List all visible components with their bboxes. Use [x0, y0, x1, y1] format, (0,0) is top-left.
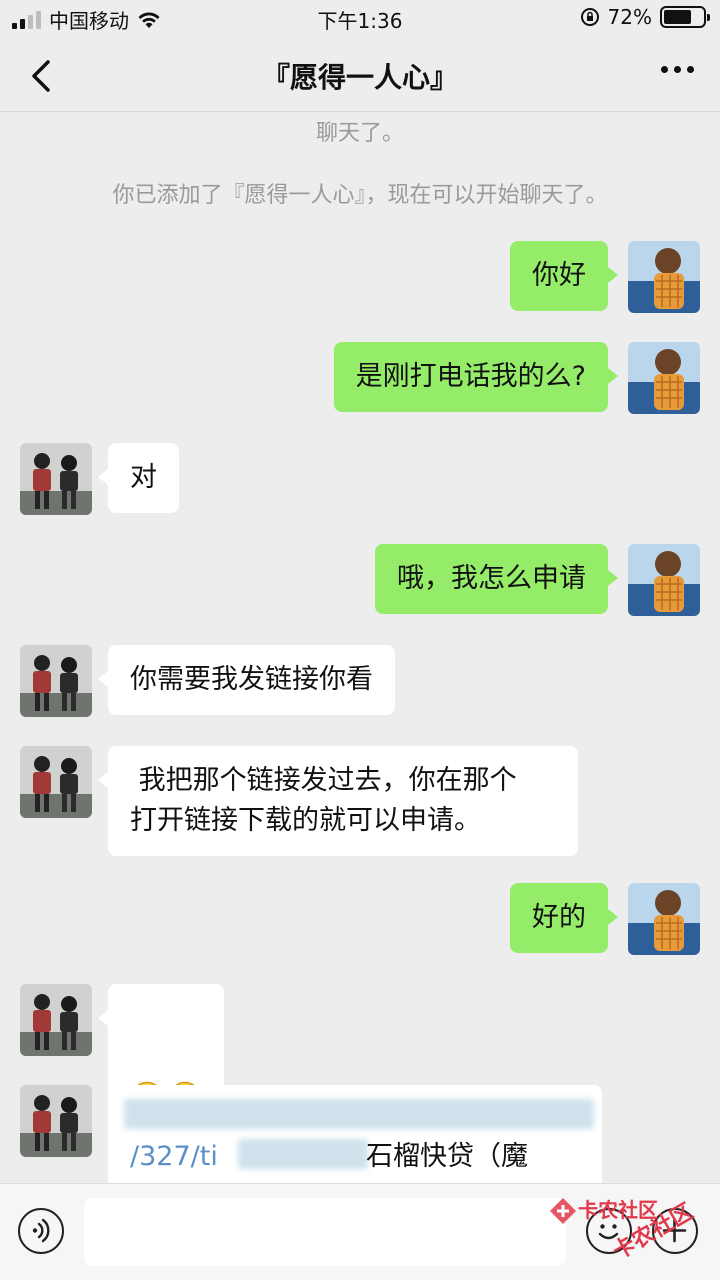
link-url-fragment[interactable]: /327/ti [130, 1137, 218, 1177]
chat-header: 『愿得一人心』 [0, 36, 720, 112]
plus-icon[interactable] [652, 1208, 698, 1254]
input-bar [0, 1183, 720, 1280]
contact-avatar[interactable] [20, 1085, 92, 1157]
battery-percent: 72% [607, 5, 652, 29]
link-title[interactable]: 石榴快贷（魔 [366, 1137, 528, 1177]
more-dots-icon[interactable] [661, 66, 694, 73]
status-bar: 中国移动 下午1:36 72% [0, 0, 720, 36]
chat-title: 『愿得一人心』 [261, 61, 458, 94]
system-message: 你已添加了『愿得一人心』，现在可以开始聊天了。 [112, 183, 608, 208]
voice-icon[interactable] [18, 1208, 64, 1254]
status-right: 72% [580, 5, 710, 29]
contact-avatar[interactable] [20, 443, 92, 515]
contact-avatar[interactable] [20, 746, 92, 818]
my-avatar[interactable] [628, 241, 700, 313]
received-bubble[interactable]: 你需要我发链接你看 [98, 645, 395, 715]
chevron-left-icon[interactable] [22, 56, 62, 96]
contact-avatar[interactable] [20, 984, 92, 1056]
my-avatar[interactable] [628, 883, 700, 955]
rotation-lock-icon [580, 8, 599, 26]
blurred-link [124, 1099, 594, 1129]
message-input[interactable] [84, 1198, 566, 1266]
link-message[interactable]: /327/ti 石榴快贷（魔 [108, 1085, 602, 1183]
my-avatar[interactable] [628, 342, 700, 414]
sent-bubble[interactable]: 你好 [510, 241, 618, 311]
my-avatar[interactable] [628, 544, 700, 616]
blurred-link [238, 1139, 368, 1169]
sent-bubble[interactable]: 好的 [510, 883, 618, 953]
system-message: 聊天了。 [315, 121, 404, 146]
battery-fill [664, 10, 692, 24]
contact-avatar[interactable] [20, 645, 92, 717]
battery-icon [660, 6, 710, 28]
emoji-icon[interactable] [586, 1208, 632, 1254]
received-bubble[interactable]: 对 [98, 443, 179, 513]
sent-bubble[interactable]: 哦，我怎么申请 [375, 544, 618, 614]
received-bubble[interactable]: 我把那个链接发过去，你在那个 打开链接下载的就可以申请。 [98, 746, 578, 856]
chat-area[interactable]: 聊天了。 你已添加了『愿得一人心』，现在可以开始聊天了。 你好 是刚打电话我的么… [0, 113, 720, 1183]
sent-bubble[interactable]: 是刚打电话我的么? [333, 342, 619, 412]
